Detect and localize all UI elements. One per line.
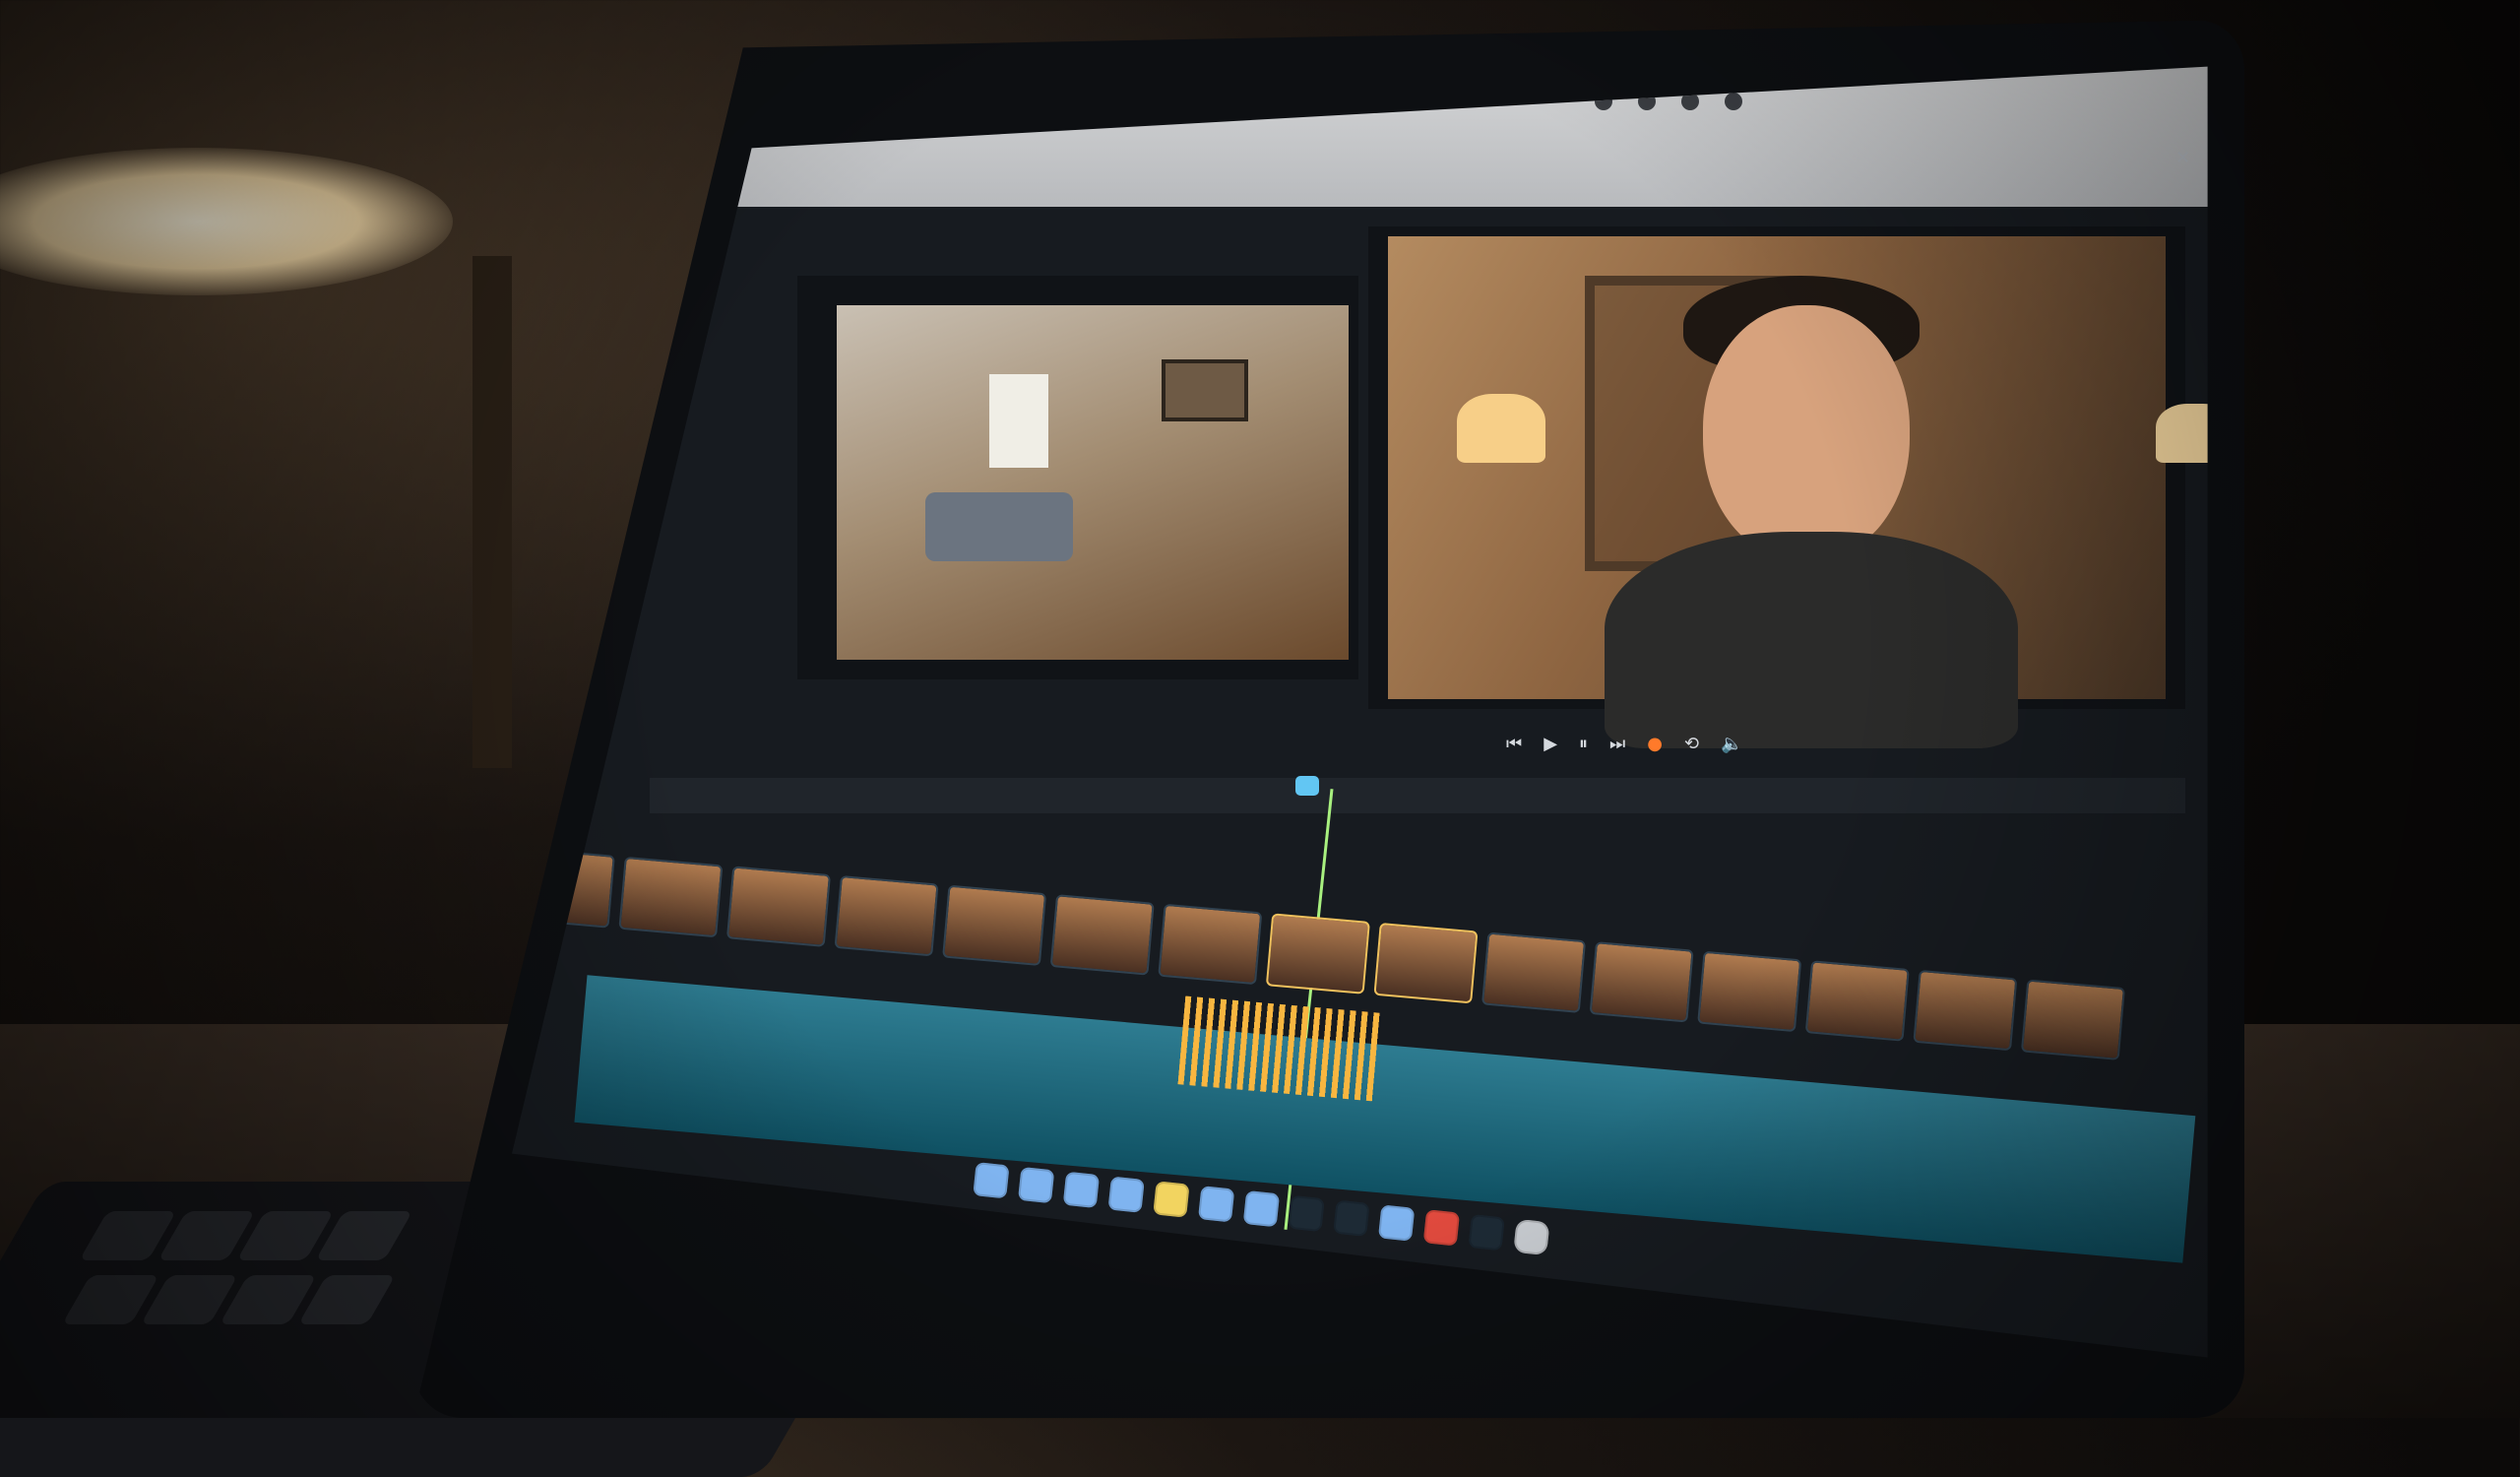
status-icon [1725,93,1742,110]
trash-icon[interactable] [1513,1218,1550,1256]
finder-icon[interactable] [973,1162,1010,1199]
volume-icon[interactable]: 🔈 [1721,734,1742,754]
window [989,374,1048,468]
pause-icon[interactable]: ⏸ [1579,734,1588,754]
video-clip-selected[interactable] [1265,913,1370,995]
lamp-glow [0,148,453,295]
room-preview [837,305,1349,660]
safari-icon[interactable] [1062,1171,1101,1209]
play-icon[interactable]: ▶ [1544,734,1557,754]
person-body [1605,532,2018,748]
person-head [1703,305,1910,561]
launchpad-icon[interactable] [1017,1166,1055,1204]
speaker-preview [1388,236,2208,748]
calendar-icon[interactable] [1288,1194,1325,1233]
forward-icon[interactable]: ⏭ [1609,734,1625,754]
camera-icon[interactable] [1377,1204,1416,1242]
transport-controls: ⏮ ▶ ⏸ ⏭ ● ⟲ 🔈 [1506,734,1742,754]
power-icon[interactable] [1422,1209,1461,1247]
rewind-icon[interactable]: ⏮ [1506,734,1522,754]
program-viewer [1368,226,2208,748]
video-icon[interactable] [1468,1213,1505,1252]
record-icon[interactable]: ● [1647,734,1663,754]
source-viewer [797,276,1358,679]
chrome-icon[interactable] [1107,1176,1145,1213]
video-clip[interactable] [2020,979,2125,1060]
sofa [925,492,1073,561]
mail-icon[interactable] [1197,1186,1235,1223]
notes-icon[interactable] [1153,1181,1190,1218]
playhead-knob[interactable] [1295,776,1319,796]
video-clip-selected[interactable] [1373,922,1479,1004]
photos-icon[interactable] [1242,1189,1281,1228]
lamp-stand [472,256,512,768]
loop-icon[interactable]: ⟲ [1684,734,1699,754]
music-icon[interactable] [1333,1199,1370,1237]
video-clip[interactable] [1481,931,1587,1013]
video-clip[interactable] [942,884,1047,967]
video-clip[interactable] [618,856,724,938]
video-clip[interactable] [1804,960,1910,1042]
video-clip[interactable] [834,874,939,957]
video-clip[interactable] [1158,903,1263,986]
lamp-shade [1457,394,1545,463]
keyboard-key [297,1275,396,1324]
wall-frame [1162,359,1248,421]
timeline-ruler[interactable] [650,778,2185,813]
video-clip[interactable] [1697,950,1802,1033]
video-clip[interactable] [1049,894,1155,976]
video-clip[interactable] [1589,941,1694,1023]
close-icon[interactable]: ✕ [2175,148,2195,168]
audio-waveform-highlight[interactable] [1177,995,1382,1102]
video-clip[interactable] [1913,969,2018,1052]
keyboard-key [315,1211,413,1260]
video-clip[interactable] [725,866,832,947]
